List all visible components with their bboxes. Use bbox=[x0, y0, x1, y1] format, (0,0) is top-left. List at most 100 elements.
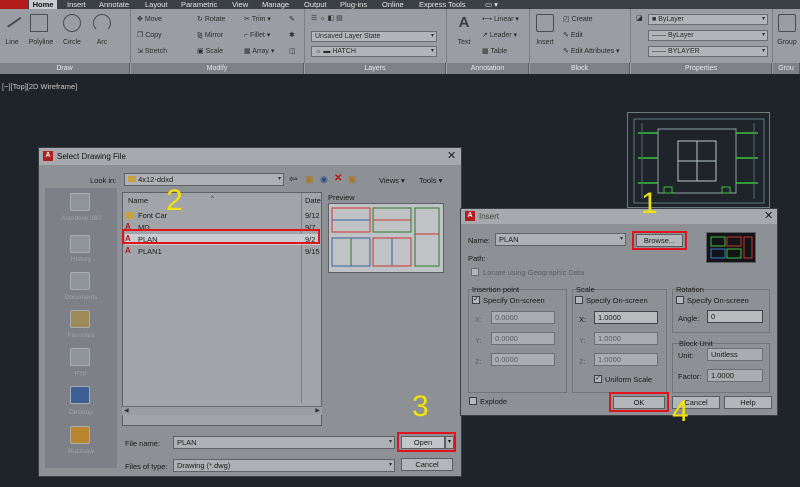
tab-layout[interactable]: Layout bbox=[145, 0, 168, 9]
block-panel-label[interactable]: Block bbox=[530, 63, 630, 74]
place-history[interactable]: History bbox=[45, 256, 117, 263]
annotation-panel-label[interactable]: Annotation bbox=[447, 63, 529, 74]
dialog-titlebar[interactable]: A Select Drawing File ✕ bbox=[39, 148, 461, 165]
list-item[interactable]: Font Car 9/12 bbox=[125, 210, 320, 221]
tab-plug-ins[interactable]: Plug-ins bbox=[340, 0, 367, 9]
scale-z-input[interactable]: 1.0000 bbox=[594, 353, 658, 366]
place-autodesk-360[interactable]: Autodesk 360 bbox=[45, 215, 117, 222]
text-icon[interactable]: A bbox=[452, 14, 476, 31]
text-button[interactable]: Text bbox=[452, 39, 476, 46]
create-folder-icon[interactable]: ▣ bbox=[348, 174, 357, 185]
insertion-y-input[interactable]: 0.0000 bbox=[491, 332, 555, 345]
table-button[interactable]: ▦ Table bbox=[482, 47, 507, 56]
lineweight-select[interactable]: —— BYLAYER ▾ bbox=[648, 46, 768, 57]
horizontal-scrollbar[interactable]: ◀ ▶ bbox=[122, 406, 322, 415]
tab-online[interactable]: Online bbox=[382, 0, 404, 9]
linetype-select[interactable]: —— ByLayer ▾ bbox=[648, 30, 768, 41]
properties-panel-label[interactable]: Properties bbox=[631, 63, 772, 74]
delete-icon[interactable]: ✕ bbox=[334, 173, 342, 184]
scroll-left-icon[interactable]: ◀ bbox=[124, 407, 129, 414]
viewport-controls[interactable]: [−][Top][2D Wireframe] bbox=[2, 82, 77, 91]
tab-express-tools[interactable]: Express Tools bbox=[419, 0, 466, 9]
linear-button[interactable]: ⟷ Linear ▾ bbox=[482, 15, 519, 24]
layer-properties-icon[interactable]: ☰ ☼ ◧ ▤ bbox=[311, 14, 343, 23]
group-icon[interactable] bbox=[778, 14, 796, 32]
uniform-scale-checkbox[interactable]: ✓ bbox=[594, 375, 602, 383]
column-date[interactable]: Date bbox=[305, 196, 321, 205]
file-list[interactable]: Name ^ Date Font Car 9/12 A MD 9/7 A PLA… bbox=[122, 192, 322, 426]
list-item[interactable]: A PLAN1 9/15 bbox=[125, 246, 320, 257]
tab-annotate[interactable]: Annotate bbox=[99, 0, 129, 9]
up-folder-icon[interactable]: ▣ bbox=[305, 174, 314, 185]
erase-icon[interactable]: ✎ bbox=[289, 15, 295, 24]
circle-button[interactable]: Circle bbox=[58, 39, 86, 46]
insertion-z-input[interactable]: 0.0000 bbox=[491, 353, 555, 366]
scale-x-input[interactable]: 1.0000 bbox=[594, 311, 658, 324]
rotation-specify-checkbox[interactable] bbox=[676, 296, 684, 304]
array-button[interactable]: ▦ Array ▾ bbox=[244, 47, 274, 56]
application-menu-button[interactable] bbox=[0, 0, 28, 9]
look-in-select[interactable]: 4x12-ddxd ▾ bbox=[124, 173, 284, 186]
color-select[interactable]: ■ ByLayer ▾ bbox=[648, 14, 768, 25]
line-icon[interactable] bbox=[2, 10, 22, 28]
tab-output[interactable]: Output bbox=[304, 0, 327, 9]
tab-parametric[interactable]: Parametric bbox=[181, 0, 217, 9]
stretch-button[interactable]: ⇲ Stretch bbox=[137, 47, 167, 56]
place-documents[interactable]: Documents bbox=[45, 294, 117, 301]
scale-specify-checkbox[interactable] bbox=[575, 296, 583, 304]
rotate-button[interactable]: ↻ Rotate bbox=[197, 15, 225, 24]
ribbon-options-icon[interactable]: ▭ ▾ bbox=[485, 0, 498, 9]
explode-checkbox[interactable] bbox=[469, 397, 477, 405]
insertion-x-input[interactable]: 0.0000 bbox=[491, 311, 555, 324]
polyline-icon[interactable] bbox=[30, 14, 48, 32]
edit-block-button[interactable]: ✎ Edit bbox=[563, 31, 583, 40]
arc-icon[interactable] bbox=[93, 14, 111, 32]
scroll-right-icon[interactable]: ▶ bbox=[315, 407, 320, 414]
mirror-button[interactable]: ⧎ Mirror bbox=[197, 31, 223, 40]
group-button[interactable]: Group bbox=[774, 39, 800, 46]
circle-icon[interactable] bbox=[63, 14, 81, 32]
trim-button[interactable]: ✂ Trim ▾ bbox=[244, 15, 271, 24]
groups-panel-label[interactable]: Grou bbox=[773, 63, 800, 74]
tab-insert[interactable]: Insert bbox=[67, 0, 86, 9]
scale-button[interactable]: ▣ Scale bbox=[197, 47, 223, 56]
files-of-type-select[interactable]: Drawing (*.dwg) ▾ bbox=[173, 459, 395, 472]
cancel-button[interactable]: Cancel bbox=[401, 458, 453, 471]
create-block-button[interactable]: ◰ Create bbox=[563, 15, 593, 24]
offset-icon[interactable]: ◫ bbox=[289, 47, 296, 56]
place-buzzsaw[interactable]: Buzzsaw bbox=[45, 448, 117, 455]
close-icon[interactable]: ✕ bbox=[447, 151, 456, 162]
explode-icon[interactable]: ✱ bbox=[289, 31, 295, 40]
locate-geo-checkbox[interactable] bbox=[471, 268, 479, 276]
help-button[interactable]: Help bbox=[724, 396, 772, 409]
draw-panel-label[interactable]: Draw bbox=[0, 63, 130, 74]
layers-panel-label[interactable]: Layers bbox=[305, 63, 446, 74]
tab-home[interactable]: Home bbox=[29, 0, 57, 9]
place-desktop[interactable]: Desktop bbox=[45, 409, 117, 416]
fillet-button[interactable]: ⌐ Fillet ▾ bbox=[244, 31, 270, 40]
angle-input[interactable]: 0 bbox=[707, 310, 763, 323]
dialog-titlebar[interactable]: A Insert ✕ bbox=[461, 209, 777, 224]
scale-y-input[interactable]: 1.0000 bbox=[594, 332, 658, 345]
back-icon[interactable]: ⇦ bbox=[289, 174, 297, 185]
insert-button[interactable]: Insert bbox=[532, 39, 558, 46]
modify-panel-label[interactable]: Modify bbox=[131, 63, 304, 74]
place-favorites[interactable]: Favorites bbox=[45, 332, 117, 339]
tab-manage[interactable]: Manage bbox=[262, 0, 289, 9]
line-button[interactable]: Line bbox=[2, 39, 22, 46]
insert-block-icon[interactable] bbox=[536, 14, 554, 32]
tools-menu[interactable]: Tools ▾ bbox=[419, 176, 442, 185]
block-name-select[interactable]: PLAN ▾ bbox=[495, 233, 626, 246]
column-name[interactable]: Name bbox=[128, 196, 148, 205]
copy-button[interactable]: ❐ Copy bbox=[137, 31, 162, 40]
insertion-specify-checkbox[interactable]: ✓ bbox=[472, 296, 480, 304]
move-button[interactable]: ✥ Move bbox=[137, 15, 162, 24]
tab-view[interactable]: View bbox=[232, 0, 248, 9]
arc-button[interactable]: Arc bbox=[88, 39, 116, 46]
match-properties-icon[interactable]: ◪ bbox=[636, 14, 643, 23]
search-web-icon[interactable]: ◉ bbox=[320, 174, 328, 185]
close-icon[interactable]: ✕ bbox=[764, 211, 773, 222]
polyline-button[interactable]: Polyline bbox=[24, 39, 58, 46]
leader-button[interactable]: ↗ Leader ▾ bbox=[482, 31, 517, 40]
layer-select[interactable]: ☼ ▬ HATCH ▾ bbox=[311, 46, 437, 57]
